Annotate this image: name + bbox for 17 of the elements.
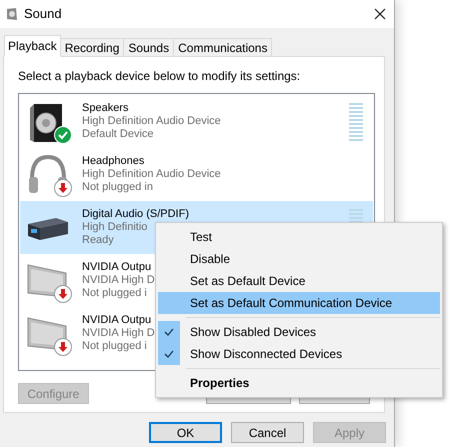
device-name: NVIDIA Outpu (82, 261, 152, 274)
device-driver: High Definitio (82, 221, 148, 234)
device-driver: NVIDIA High D (82, 327, 155, 340)
window-title: Sound (24, 5, 62, 24)
device-name: Digital Audio (S/PDIF) (82, 208, 189, 221)
device-status: Not plugged in (82, 181, 154, 194)
instruction-text: Select a playback device below to modify its settings: (18, 68, 302, 85)
device-driver: High Definition Audio Device (82, 168, 221, 181)
device-name: NVIDIA Outpu (82, 314, 152, 327)
device-name: Headphones (82, 155, 146, 168)
device-status: Not plugged i (82, 287, 148, 300)
device-driver: NVIDIA High D (82, 274, 155, 287)
device-name: Speakers (82, 102, 130, 115)
device-status: Not plugged i (82, 340, 148, 353)
device-driver: High Definition Audio Device (82, 115, 221, 128)
device-status: Ready (82, 234, 115, 247)
device-status: Default Device (82, 128, 155, 141)
